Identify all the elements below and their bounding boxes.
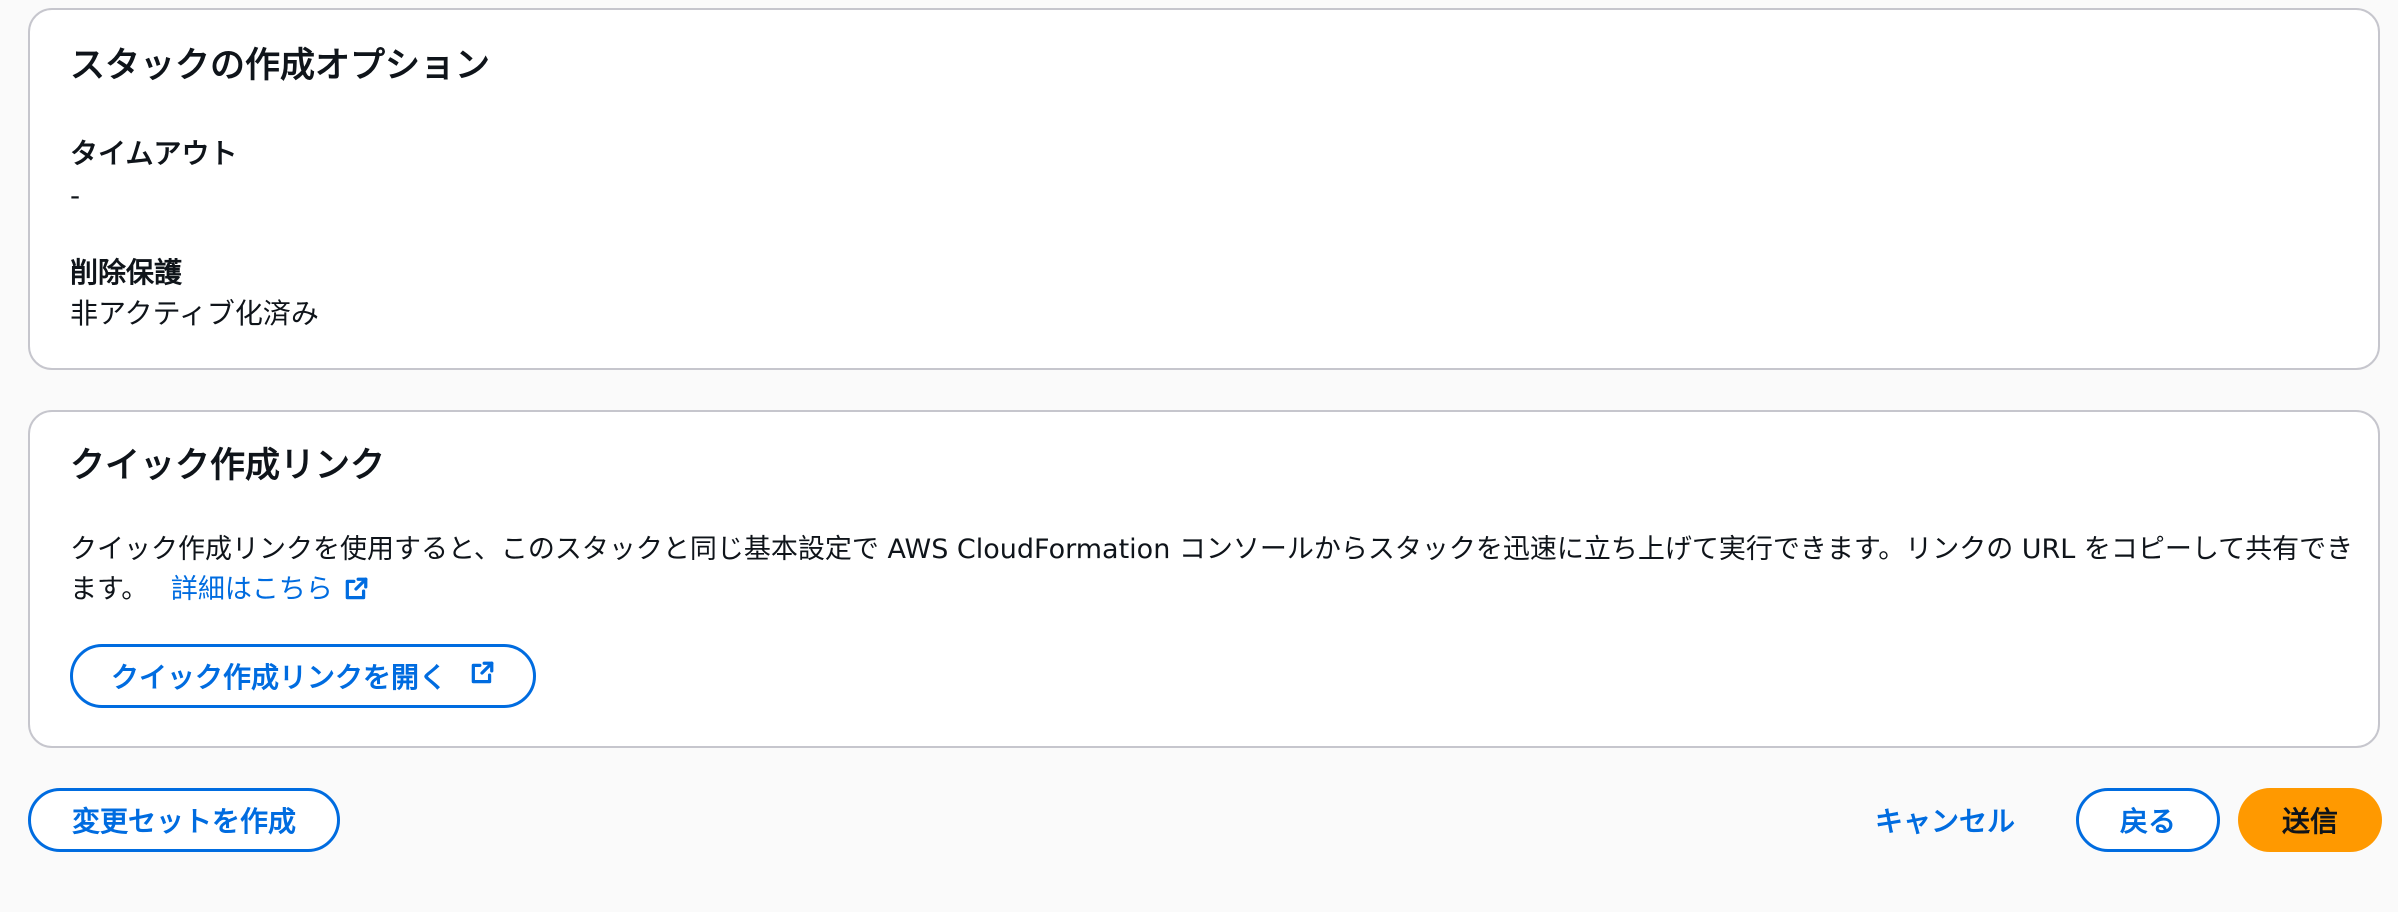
submit-button[interactable]: 送信 bbox=[2238, 788, 2382, 852]
quick-create-description-text: クイック作成リンクを使用すると、このスタックと同じ基本設定で AWS Cloud… bbox=[70, 534, 2354, 605]
cancel-label: キャンセル bbox=[1874, 805, 2015, 838]
submit-label: 送信 bbox=[2281, 805, 2338, 838]
quick-create-panel: クイック作成リンク クイック作成リンクを使用すると、このスタックと同じ基本設定で… bbox=[28, 410, 2380, 748]
stack-options-panel: スタックの作成オプション タイムアウト - 削除保護 非アクティブ化済み bbox=[28, 8, 2380, 370]
learn-more-link[interactable]: 詳細はこちら bbox=[171, 574, 369, 605]
open-quick-create-link-button[interactable]: クイック作成リンクを開く bbox=[70, 644, 536, 708]
quick-create-description: クイック作成リンクを使用すると、このスタックと同じ基本設定で AWS Cloud… bbox=[70, 530, 2370, 614]
cancel-button[interactable]: キャンセル bbox=[1860, 788, 2030, 852]
termination-protection-label: 削除保護 bbox=[70, 256, 183, 289]
external-link-icon bbox=[469, 660, 495, 693]
timeout-label: タイムアウト bbox=[70, 137, 238, 170]
learn-more-label: 詳細はこちら bbox=[170, 574, 333, 605]
create-change-set-label: 変更セットを作成 bbox=[71, 805, 296, 838]
create-change-set-button[interactable]: 変更セットを作成 bbox=[28, 788, 340, 852]
open-quick-create-link-label: クイック作成リンクを開く bbox=[110, 661, 447, 694]
back-button[interactable]: 戻る bbox=[2076, 788, 2220, 852]
quick-create-title: クイック作成リンク bbox=[70, 446, 386, 486]
stack-options-title: スタックの作成オプション bbox=[70, 46, 491, 86]
timeout-value: - bbox=[70, 179, 81, 212]
termination-protection-value: 非アクティブ化済み bbox=[70, 297, 319, 330]
back-label: 戻る bbox=[2119, 805, 2176, 838]
external-link-icon bbox=[343, 574, 369, 614]
